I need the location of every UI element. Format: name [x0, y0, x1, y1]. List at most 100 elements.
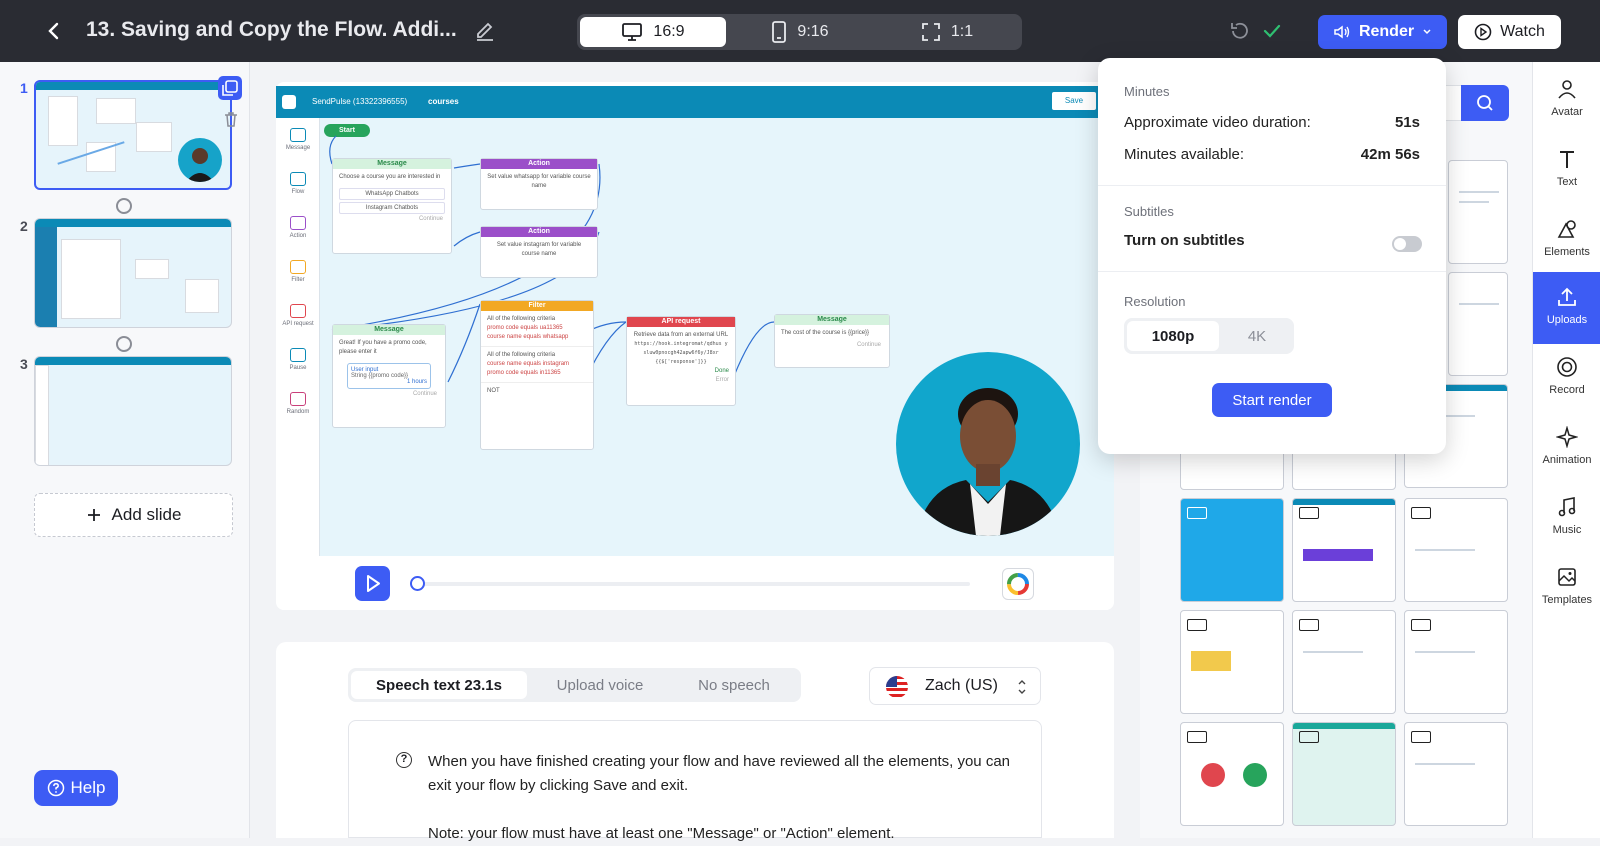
tool-music[interactable]: Music	[1533, 496, 1600, 556]
slide-thumbnail-1[interactable]	[34, 80, 232, 190]
transition-icon[interactable]	[116, 336, 132, 352]
voice-selector[interactable]: Zach (US)	[869, 667, 1041, 705]
upload-thumbnail[interactable]	[1292, 722, 1396, 826]
plus-icon	[87, 509, 100, 521]
slide-thumbnail-3[interactable]	[34, 356, 232, 466]
background-color-button[interactable]	[1002, 568, 1034, 600]
tool-elements[interactable]: Elements	[1533, 218, 1600, 278]
speech-paragraph: When you have finished creating your flo…	[428, 753, 1011, 794]
templates-icon	[1558, 568, 1576, 586]
resolution-switch: 1080p 4K	[1124, 318, 1294, 354]
upload-thumbnail[interactable]	[1180, 450, 1284, 490]
ratio-label: 16:9	[653, 23, 685, 40]
monitor-icon	[622, 23, 643, 41]
render-label: Render	[1358, 23, 1415, 40]
thumb-header	[35, 219, 231, 227]
help-button[interactable]: Help	[34, 770, 118, 806]
upload-thumbnail[interactable]	[1292, 450, 1396, 490]
tool-text[interactable]: Text	[1533, 148, 1600, 208]
speaker-icon	[1334, 25, 1350, 39]
tool-avatar[interactable]: Avatar	[1533, 78, 1600, 138]
saved-check-icon	[1263, 24, 1281, 38]
upload-thumbnail[interactable]	[1404, 498, 1508, 602]
text-icon	[1560, 151, 1574, 168]
speech-text[interactable]: When you have finished creating your flo…	[428, 750, 1018, 846]
upload-thumbnail[interactable]	[1180, 610, 1284, 714]
upload-icon	[1558, 287, 1576, 306]
thumb-block	[48, 96, 78, 146]
tab-speech-text[interactable]: Speech text 23.1s	[351, 671, 527, 699]
record-icon	[1557, 357, 1577, 377]
upload-thumbnail[interactable]	[1180, 498, 1284, 602]
flow-node-message: Message Great! If you have a promo code,…	[332, 324, 446, 428]
color-wheel-icon	[1007, 573, 1029, 595]
presenter-avatar[interactable]	[896, 352, 1080, 536]
tool-record[interactable]: Record	[1533, 356, 1600, 416]
thumb-block	[185, 279, 219, 313]
animation-icon	[1556, 426, 1578, 448]
subtitles-section: Subtitles Turn on subtitles	[1098, 186, 1446, 272]
start-render-button[interactable]: Start render	[1212, 383, 1332, 417]
play-button[interactable]	[355, 566, 390, 601]
aspect-ratio-switch: 16:9 9:16 1:1	[577, 14, 1022, 50]
upload-thumbnail[interactable]	[1448, 160, 1508, 264]
add-slide-button[interactable]: Add slide	[34, 493, 233, 537]
resolution-caption: Resolution	[1124, 294, 1186, 309]
ratio-1-1[interactable]: 1:1	[874, 17, 1020, 47]
thumb-header	[35, 357, 231, 365]
voice-name: Zach (US)	[925, 677, 998, 694]
person-icon	[916, 388, 1060, 536]
avatar-icon	[1558, 80, 1576, 99]
upload-thumbnail[interactable]	[1448, 272, 1508, 376]
thumb-block	[136, 122, 172, 152]
available-label: Minutes available:	[1124, 146, 1245, 163]
duplicate-slide-button[interactable]	[218, 76, 242, 100]
play-circle-icon	[1474, 23, 1492, 41]
top-bar: 13. Saving and Copy the Flow. Addi... 16…	[0, 0, 1600, 62]
trash-icon[interactable]	[222, 110, 240, 128]
upload-thumbnail[interactable]	[1404, 610, 1508, 714]
tool-templates[interactable]: Templates	[1533, 566, 1600, 626]
watch-label: Watch	[1500, 23, 1545, 40]
us-flag-icon	[886, 676, 908, 698]
project-title[interactable]: 13. Saving and Copy the Flow. Addi...	[86, 18, 457, 42]
tab-no-speech[interactable]: No speech	[670, 671, 798, 699]
ratio-label: 1:1	[950, 23, 974, 40]
timeline-handle[interactable]	[410, 576, 425, 591]
watch-button[interactable]: Watch	[1458, 15, 1561, 49]
subtitles-label: Turn on subtitles	[1124, 232, 1245, 249]
tool-animation[interactable]: Animation	[1533, 426, 1600, 486]
thumb-block	[61, 239, 121, 319]
transition-icon[interactable]	[116, 198, 132, 214]
slide-thumbnail-2[interactable]	[34, 218, 232, 328]
upload-thumbnail[interactable]	[1404, 722, 1508, 826]
copy-icon	[222, 80, 238, 96]
question-icon[interactable]: ?	[396, 752, 412, 768]
back-button[interactable]	[40, 17, 68, 45]
elements-icon	[1557, 220, 1576, 238]
ratio-16-9[interactable]: 16:9	[580, 17, 726, 47]
resolution-4k[interactable]: 4K	[1222, 321, 1292, 351]
pencil-icon[interactable]	[474, 20, 496, 42]
timeline-track[interactable]	[410, 582, 970, 586]
upload-thumbnail[interactable]	[1292, 498, 1396, 602]
resolution-1080p[interactable]: 1080p	[1127, 321, 1219, 351]
tab-upload-voice[interactable]: Upload voice	[530, 671, 670, 699]
search-button[interactable]	[1461, 85, 1509, 121]
ratio-9-16[interactable]: 9:16	[727, 17, 873, 47]
flow-node-api-request: API request Retrieve data from an extern…	[626, 316, 736, 406]
thumb-header	[36, 82, 230, 90]
undo-icon[interactable]	[1228, 20, 1250, 42]
upload-thumbnail[interactable]	[1292, 610, 1396, 714]
minutes-section: Minutes Approximate video duration: 51s …	[1098, 58, 1446, 186]
thumb-block	[35, 365, 49, 465]
upload-thumbnail[interactable]	[1180, 722, 1284, 826]
duration-label: Approximate video duration:	[1124, 114, 1311, 131]
tool-uploads[interactable]: Uploads	[1533, 272, 1600, 344]
render-button[interactable]: Render	[1318, 15, 1447, 49]
speech-mode-tabs: Speech text 23.1s Upload voice No speech	[348, 668, 801, 702]
sort-arrows-icon	[1018, 680, 1026, 694]
subtitles-toggle[interactable]	[1392, 236, 1422, 252]
chevron-left-icon	[48, 22, 59, 40]
subtitles-caption: Subtitles	[1124, 204, 1174, 219]
